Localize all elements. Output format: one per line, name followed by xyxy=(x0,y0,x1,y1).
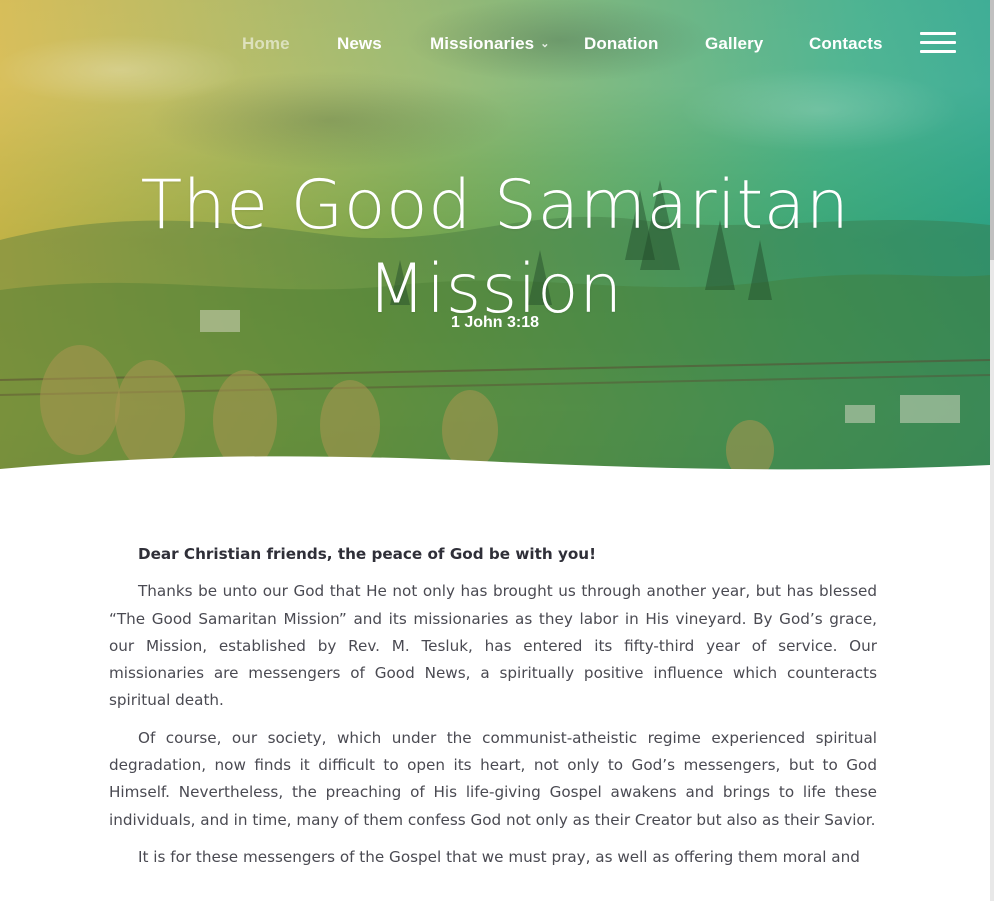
nav-missionaries[interactable]: Missionaries ⌄ xyxy=(430,34,550,54)
title-line-1: The Good Samaritan xyxy=(140,165,850,245)
nav-home[interactable]: Home xyxy=(242,34,290,54)
hamburger-menu-icon[interactable] xyxy=(920,30,956,56)
main-content: Dear Christian friends, the peace of God… xyxy=(109,541,877,881)
greeting-paragraph: Dear Christian friends, the peace of God… xyxy=(138,545,597,563)
hero-subtitle: 1 John 3:18 xyxy=(450,314,540,331)
content-paragraph: It is for these messengers of the Gospel… xyxy=(138,847,860,866)
page: Home News Missionaries ⌄ Donation Gallery… xyxy=(0,0,994,901)
nav-gallery[interactable]: Gallery xyxy=(705,34,763,54)
nav-contacts[interactable]: Contacts xyxy=(809,34,883,54)
hamburger-bar xyxy=(920,41,956,44)
nav-donation[interactable]: Donation xyxy=(584,34,658,54)
main-navigation: Home News Missionaries ⌄ Donation Gallery… xyxy=(0,30,990,60)
nav-missionaries-label: Missionaries xyxy=(430,34,535,53)
page-title: The Good Samaritan Mission xyxy=(0,164,990,332)
hero-wave-divider xyxy=(0,456,990,480)
hamburger-bar xyxy=(920,50,956,53)
content-paragraph: Of course, our society, which under the … xyxy=(109,728,877,829)
nav-news[interactable]: News xyxy=(337,34,382,54)
chevron-down-icon: ⌄ xyxy=(540,38,550,50)
hamburger-bar xyxy=(920,32,956,35)
content-paragraph: Thanks be unto our God that He not only … xyxy=(109,582,877,710)
scrollbar[interactable] xyxy=(990,0,994,901)
scrollbar-thumb[interactable] xyxy=(990,0,994,260)
hero-banner: Home News Missionaries ⌄ Donation Gallery… xyxy=(0,0,990,480)
